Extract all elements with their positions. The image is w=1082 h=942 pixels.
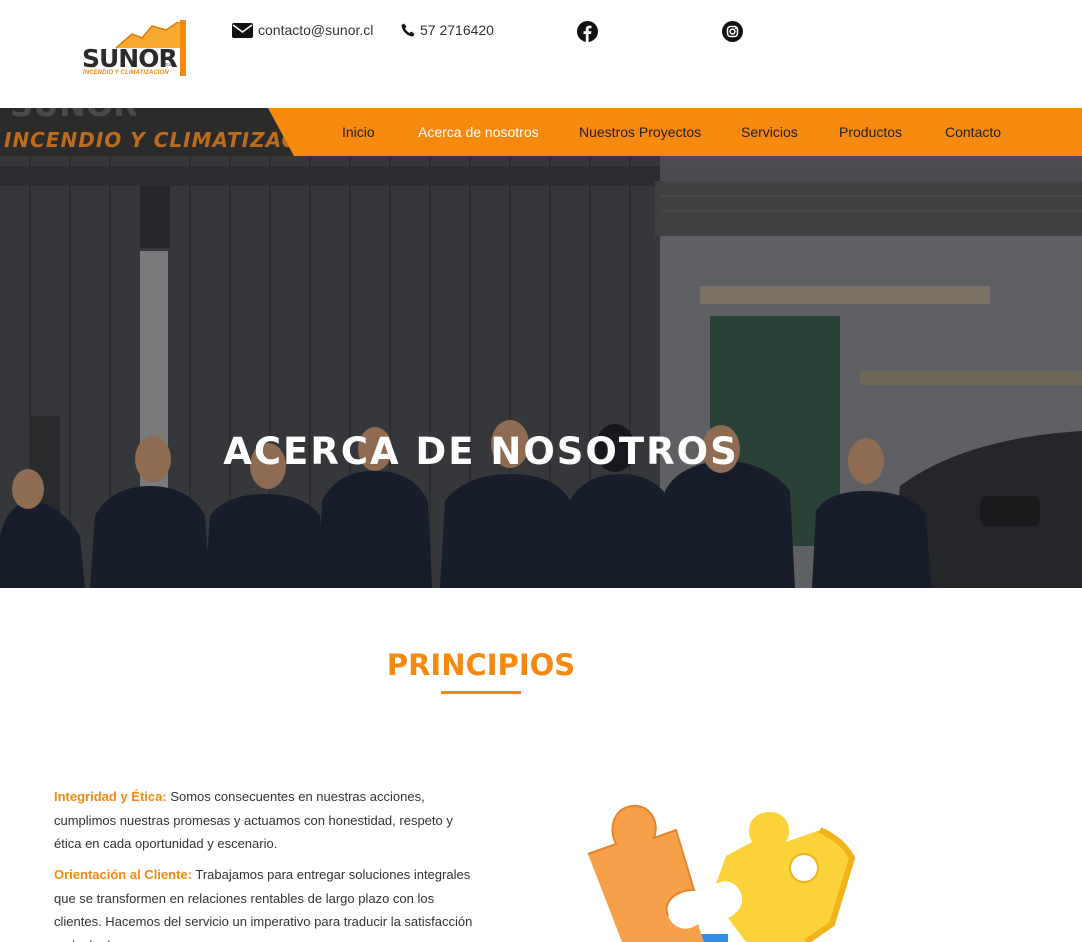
principle-paragraph: Integridad y Ética: Somos consecuentes e… xyxy=(54,785,474,856)
nav-item-acerca[interactable]: Acerca de nosotros xyxy=(418,124,539,140)
instagram-icon[interactable] xyxy=(722,21,743,42)
logo-wordmark: SUNOR xyxy=(82,44,178,73)
nav-item-proyectos[interactable]: Nuestros Proyectos xyxy=(579,124,701,140)
logo-suffix: LTDA xyxy=(163,62,173,67)
section-title: PRINCIPIOS xyxy=(386,648,576,682)
sunor-logo[interactable]: SUNOR LTDA INCENDIO Y CLIMATIZACIÓN xyxy=(80,18,188,80)
principle-lead: Integridad y Ética: xyxy=(54,789,167,804)
nav-item-servicios[interactable]: Servicios xyxy=(741,124,798,140)
facebook-icon[interactable] xyxy=(577,21,598,42)
main-nav: Inicio Acerca de nosotros Nuestros Proye… xyxy=(268,108,1082,156)
principle-lead: Orientación al Cliente: xyxy=(54,867,192,882)
email-text: contacto@sunor.cl xyxy=(258,22,374,38)
phone-icon xyxy=(401,23,415,37)
top-bar: SUNOR LTDA INCENDIO Y CLIMATIZACIÓN cont… xyxy=(0,0,1082,108)
banner-ghost-brand: SUNOR xyxy=(10,108,138,124)
envelope-icon xyxy=(232,22,253,38)
principle-paragraph: Orientación al Cliente: Trabajamos para … xyxy=(54,863,474,942)
nav-item-productos[interactable]: Productos xyxy=(839,124,902,140)
title-underline xyxy=(441,691,521,694)
team-photo xyxy=(0,156,1082,588)
puzzle-pieces-illustration xyxy=(587,804,856,942)
hero-title: ACERCA DE NOSOTROS xyxy=(223,430,739,473)
header-banner: SUNOR INCENDIO Y CLIMATIZACI Inicio Acer… xyxy=(0,108,1082,156)
banner-ghost-tagline: INCENDIO Y CLIMATIZACI xyxy=(4,128,306,152)
phone-link[interactable]: 57 2716420 xyxy=(401,22,494,38)
phone-text: 57 2716420 xyxy=(420,22,494,38)
nav-item-contacto[interactable]: Contacto xyxy=(945,124,1001,140)
nav-item-inicio[interactable]: Inicio xyxy=(342,124,375,140)
email-link[interactable]: contacto@sunor.cl xyxy=(232,22,373,38)
logo-tagline: INCENDIO Y CLIMATIZACIÓN xyxy=(83,70,169,76)
hero-banner: ACERCA DE NOSOTROS xyxy=(0,156,1082,588)
